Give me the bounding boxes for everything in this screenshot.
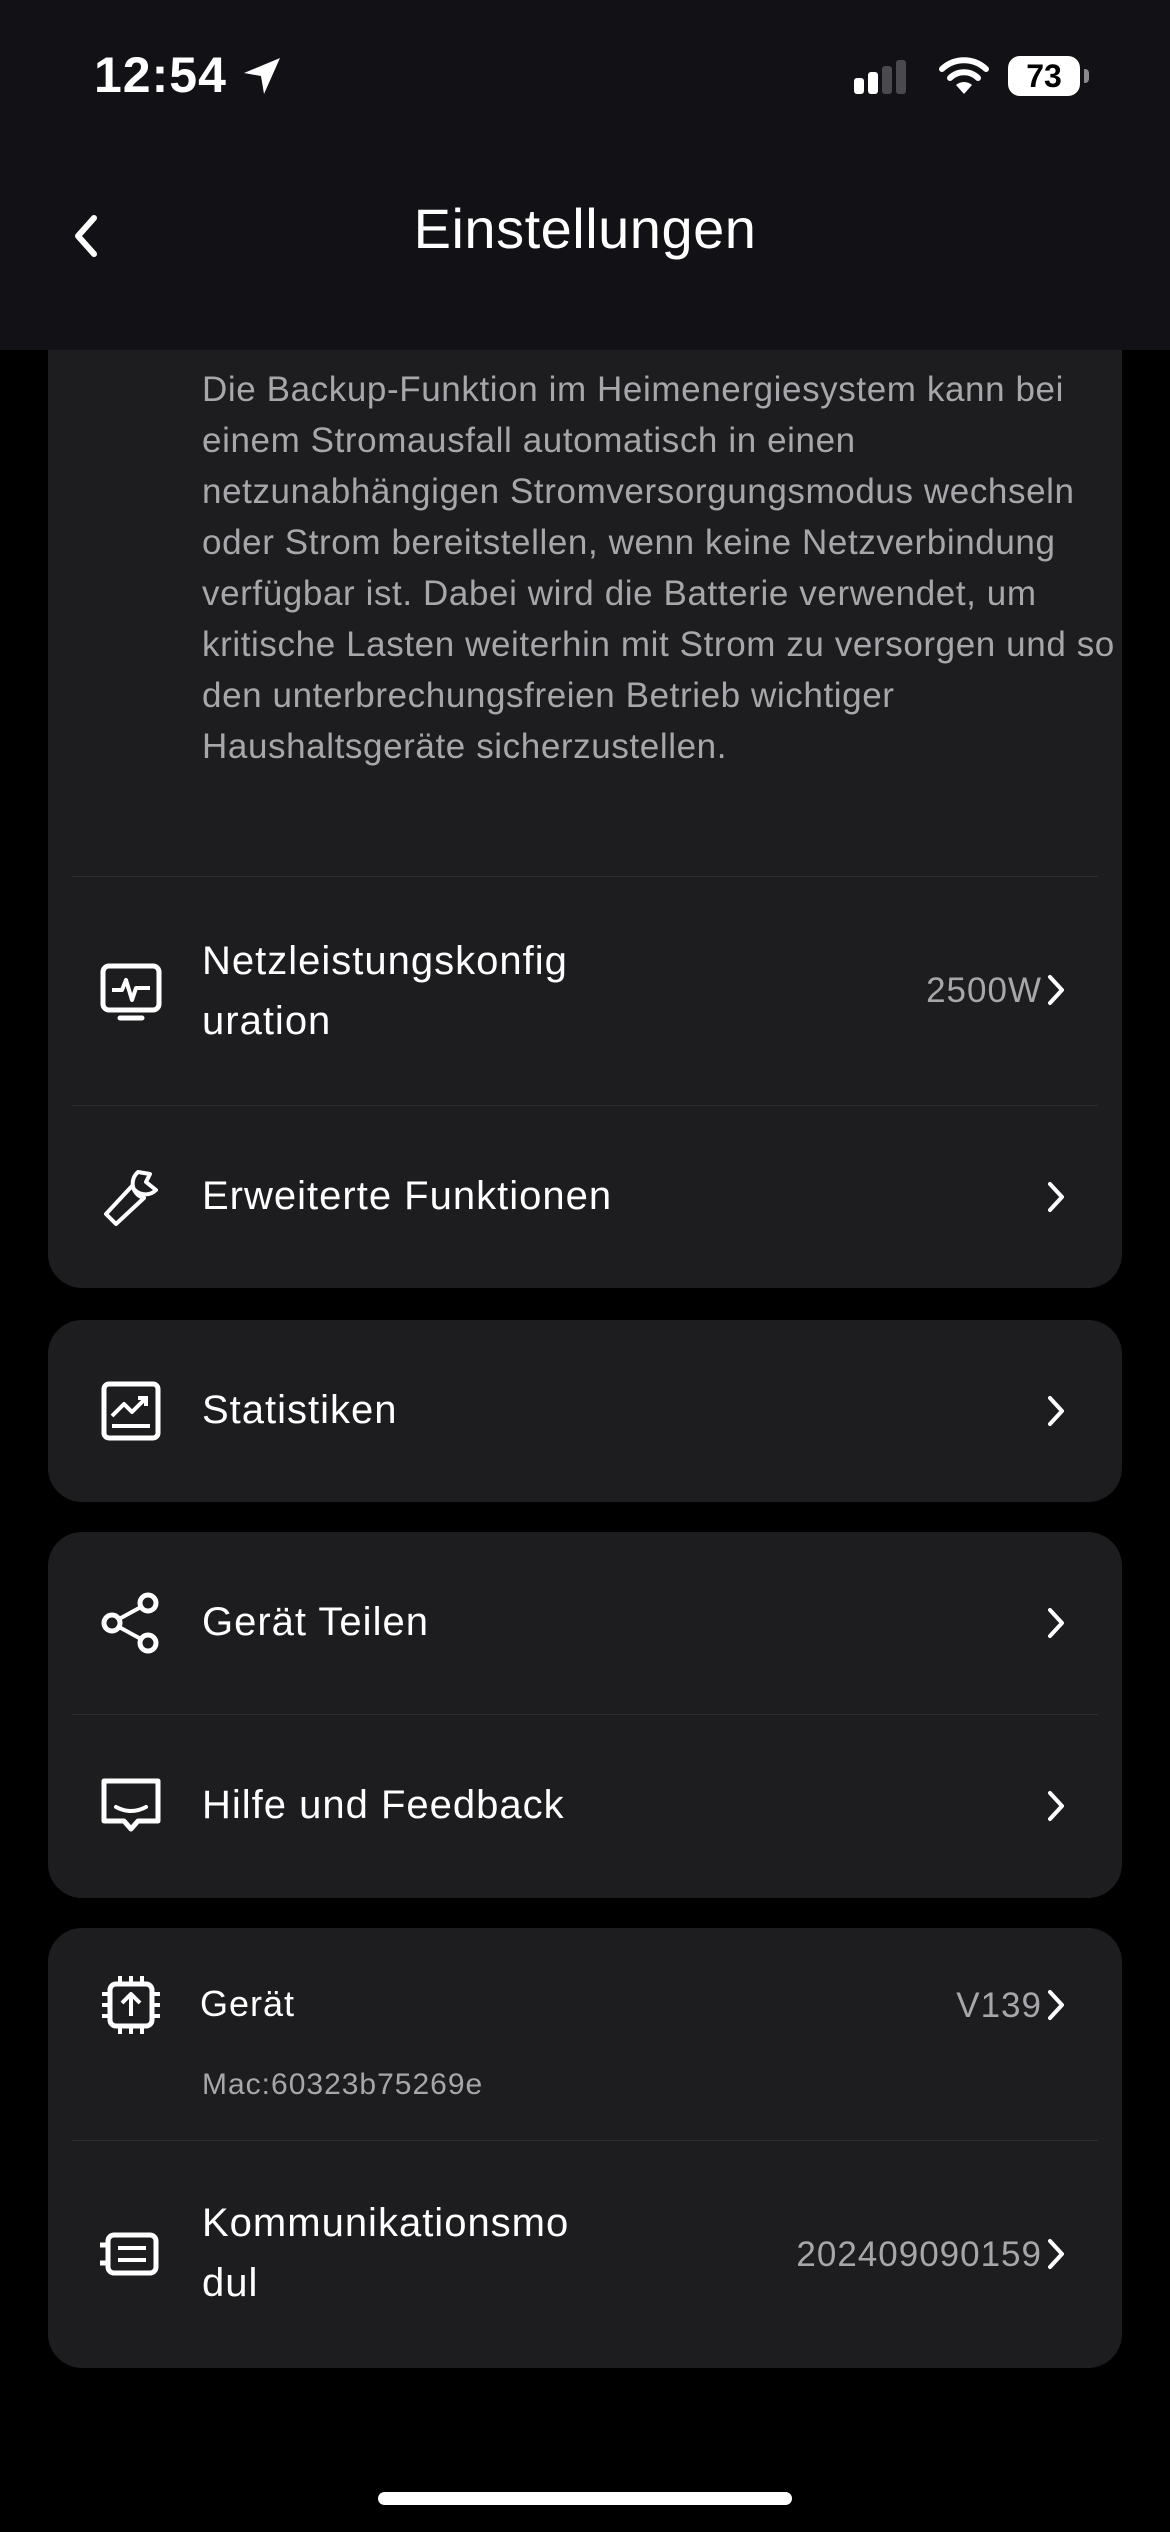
wifi-icon — [939, 57, 989, 94]
advanced-functions-row[interactable]: Erweiterte Funktionen — [48, 1106, 1122, 1288]
cellular-signal-icon — [854, 60, 906, 94]
statistics-row[interactable]: Statistiken — [48, 1320, 1122, 1502]
chevron-right-icon — [1048, 1791, 1064, 1821]
comm-module-row[interactable]: Kommunikationsmo dul 202409090159 — [48, 2141, 1122, 2368]
help-feedback-label: Hilfe und Feedback — [202, 1783, 565, 1827]
device-mac: Mac:60323b75269e — [202, 2068, 484, 2101]
grid-power-label-line1: Netzleistungskonfig — [202, 939, 568, 983]
device-label: Gerät — [200, 1983, 296, 2024]
wrench-icon — [104, 1170, 158, 1226]
chevron-right-icon — [1048, 1990, 1064, 2020]
module-icon — [100, 2232, 159, 2276]
chevron-right-icon — [1048, 2239, 1064, 2269]
comm-module-label-line1: Kommunikationsmo — [202, 2201, 570, 2245]
battery-indicator: 73 — [1008, 56, 1089, 96]
grid-power-config-row[interactable]: Netzleistungskonfig uration 2500W — [48, 877, 1122, 1105]
home-indicator[interactable] — [378, 2492, 792, 2505]
settings-card-general: Die Backup-Funktion im Heimenergiesystem… — [48, 350, 1122, 1288]
page-title: Einstellungen — [413, 197, 757, 260]
help-feedback-row[interactable]: Hilfe und Feedback — [48, 1715, 1122, 1898]
chevron-right-icon — [1048, 1182, 1064, 1212]
settings-card-device: Gerät Mac:60323b75269e V139 Kommunikatio… — [48, 1928, 1122, 2368]
backup-description: Die Backup-Funktion im Heimenergiesystem… — [202, 370, 1115, 766]
chevron-right-icon — [1048, 1396, 1064, 1426]
monitor-pulse-icon — [100, 963, 162, 1021]
device-row[interactable]: Gerät Mac:60323b75269e V139 — [48, 1928, 1122, 2140]
location-arrow-icon — [244, 58, 280, 94]
grid-power-label-line2: uration — [202, 999, 332, 1043]
chevron-right-icon — [1048, 975, 1064, 1005]
comm-module-label-line2: dul — [202, 2261, 259, 2305]
share-device-label: Gerät Teilen — [202, 1600, 429, 1644]
chart-icon — [101, 1381, 161, 1441]
share-icon — [101, 1592, 159, 1654]
chevron-right-icon — [1048, 1608, 1064, 1638]
share-device-row[interactable]: Gerät Teilen — [48, 1532, 1122, 1714]
status-time: 12:54 — [94, 47, 227, 103]
device-version: V139 — [956, 1986, 1042, 2025]
grid-power-value: 2500W — [926, 971, 1042, 1010]
settings-card-support: Gerät Teilen Hilfe und Feedback — [48, 1532, 1122, 1898]
feedback-icon — [101, 1778, 161, 1832]
chip-icon — [102, 1976, 160, 2034]
comm-module-version: 202409090159 — [796, 2235, 1042, 2274]
advanced-functions-label: Erweiterte Funktionen — [202, 1174, 613, 1218]
statistics-label: Statistiken — [202, 1388, 398, 1432]
navigation-bar: Einstellungen — [0, 160, 1170, 350]
battery-cap — [1084, 69, 1089, 83]
status-bar: 12:54 73 — [0, 0, 1170, 160]
battery-level: 73 — [1008, 56, 1080, 96]
settings-card-statistics: Statistiken — [48, 1320, 1122, 1502]
